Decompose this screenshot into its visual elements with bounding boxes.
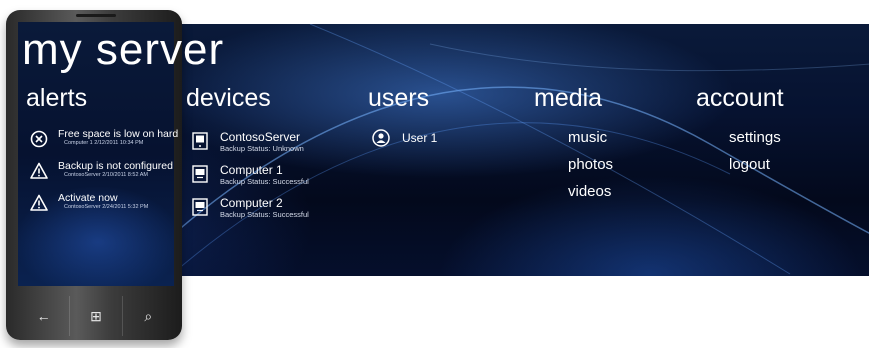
alert-item[interactable]: Activate now ContosoServer 2/24/2011 5:3… — [30, 192, 180, 212]
warning-triangle-icon — [30, 194, 48, 211]
user-item[interactable]: User 1 — [372, 129, 437, 147]
device-item[interactable]: Computer 1 Backup Status: Successful — [192, 164, 309, 186]
device-name: Computer 2 — [220, 196, 283, 210]
section-header-media[interactable]: media — [534, 86, 602, 111]
computer-icon — [192, 198, 208, 216]
windows-start-icon[interactable]: ⊞ — [69, 296, 121, 336]
server-icon — [192, 132, 208, 150]
phone-hardware-buttons: ← ⊞ ⌕ — [18, 296, 174, 336]
user-icon — [372, 129, 390, 147]
search-icon[interactable]: ⌕ — [121, 296, 174, 336]
user-name: User 1 — [402, 131, 438, 145]
media-link-photos[interactable]: photos — [568, 157, 613, 172]
phone-speaker — [76, 14, 116, 17]
error-circle-icon — [30, 130, 48, 148]
device-item[interactable]: Computer 2 Backup Status: Successful — [192, 197, 309, 219]
alert-item[interactable]: Backup is not configured ContosoServer 2… — [30, 160, 180, 180]
section-header-devices[interactable]: devices — [186, 86, 271, 111]
alert-title: Free space is low on hard — [58, 128, 179, 140]
alert-item[interactable]: Free space is low on hard Computer 1 2/1… — [30, 128, 180, 148]
account-link-settings[interactable]: settings — [729, 130, 781, 145]
section-header-account[interactable]: account — [696, 86, 784, 111]
alert-detail: ContosoServer 2/10/2011 8:52 AM — [64, 172, 148, 178]
alert-detail: ContosoServer 2/24/2011 5:32 PM — [64, 204, 149, 210]
account-link-logout[interactable]: logout — [729, 157, 770, 172]
device-name: Computer 1 — [220, 163, 283, 177]
device-item[interactable]: ContosoServer Backup Status: Unknown — [192, 131, 304, 153]
media-link-videos[interactable]: videos — [568, 184, 611, 199]
warning-triangle-icon — [30, 162, 48, 179]
computer-icon — [192, 165, 208, 183]
alert-title: Backup is not configured — [58, 160, 173, 172]
app-title: my server — [22, 25, 225, 74]
alert-detail: Computer 1 2/12/2011 10:34 PM — [64, 140, 144, 146]
back-arrow-icon[interactable]: ← — [18, 296, 69, 336]
media-link-music[interactable]: music — [568, 130, 607, 145]
device-name: ContosoServer — [220, 130, 301, 144]
screenshot-stage: ← ⊞ ⌕ my server alerts devices users med… — [0, 0, 869, 348]
device-status: Backup Status: Successful — [220, 177, 309, 186]
alert-title: Activate now — [58, 192, 118, 204]
device-status: Backup Status: Successful — [220, 210, 309, 219]
device-status: Backup Status: Unknown — [220, 144, 304, 153]
section-header-alerts[interactable]: alerts — [26, 86, 87, 111]
section-header-users[interactable]: users — [368, 86, 429, 111]
